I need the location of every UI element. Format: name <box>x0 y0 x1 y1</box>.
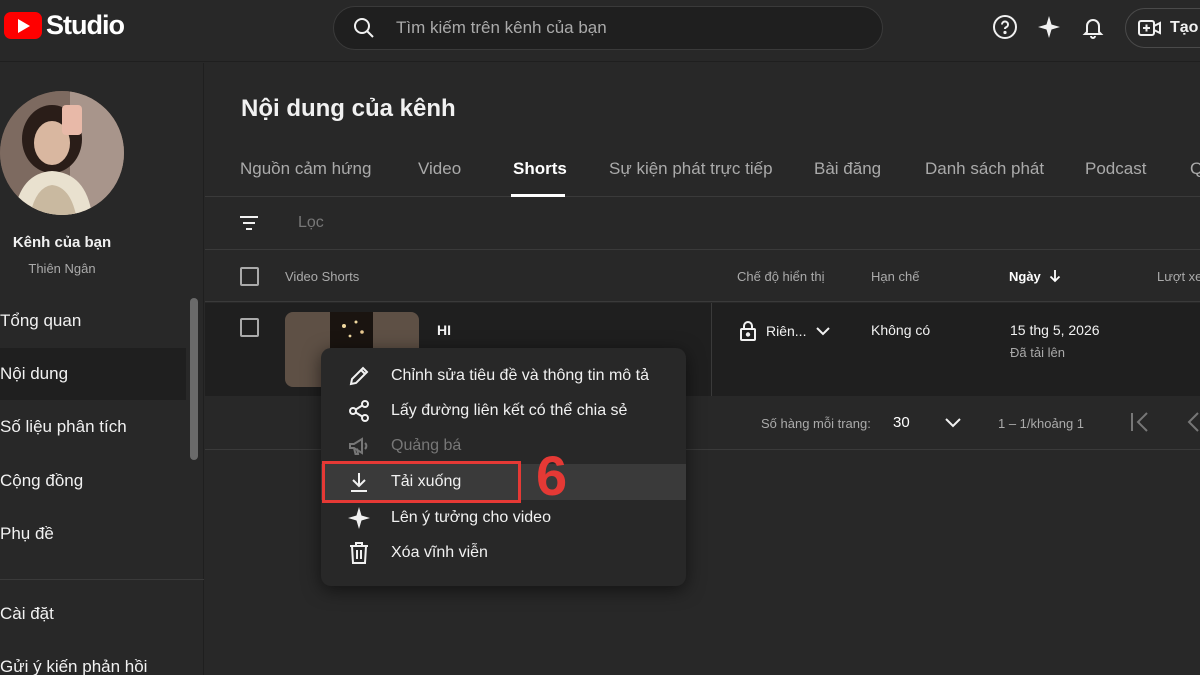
trash-icon <box>350 542 368 564</box>
search-bar[interactable] <box>333 6 883 50</box>
table-header: Video Shorts Chế độ hiển thị Hạn chế Ngà… <box>205 251 1200 302</box>
sidebar-item-label: Tổng quan <box>0 311 82 330</box>
sidebar-item-label: Số liệu phân tích <box>0 417 127 436</box>
create-label: Tạo <box>1170 19 1199 36</box>
menu-item-delete-forever[interactable]: Xóa vĩnh viễn <box>321 535 686 571</box>
sidebar-divider <box>0 579 204 580</box>
menu-item-label: Xóa vĩnh viễn <box>391 544 488 561</box>
pencil-icon <box>349 366 369 386</box>
video-title[interactable]: HI <box>437 322 451 338</box>
sparkle-icon <box>348 507 370 529</box>
sidebar-item-analytics[interactable]: Số liệu phân tích <box>0 401 186 453</box>
sidebar-item-label: Nội dung <box>0 364 69 383</box>
channel-name: Kênh của bạn <box>12 234 112 251</box>
step-number: 6 <box>536 444 568 507</box>
sidebar-item-label: Cộng đồng <box>0 471 84 490</box>
sidebar-item-subtitles[interactable]: Phụ đề <box>0 508 186 560</box>
sidebar-item-settings[interactable]: Cài đặt <box>0 588 186 640</box>
header-actions <box>990 12 1108 42</box>
create-button[interactable]: Tạo <box>1125 8 1200 48</box>
row-divider <box>711 303 712 396</box>
tab-more[interactable]: Q <box>1190 159 1200 179</box>
logo-text: Studio <box>46 10 125 40</box>
restrictions-value: Không có <box>871 322 931 338</box>
visibility-dropdown[interactable]: Riên... <box>738 320 832 342</box>
highlight-box <box>322 461 521 503</box>
content-tabs: Nguồn cảm hứng Video Shorts Sự kiện phát… <box>205 153 1200 197</box>
lock-icon <box>740 321 756 341</box>
rows-per-page-value[interactable]: 30 <box>893 414 910 431</box>
tab-playlists[interactable]: Danh sách phát <box>925 159 1044 179</box>
sidebar-item-label: Phụ đề <box>0 524 54 543</box>
chevron-down-icon[interactable] <box>943 412 963 432</box>
tab-inspiration[interactable]: Nguồn cảm hứng <box>240 159 371 179</box>
menu-item-video-ideas[interactable]: Lên ý tưởng cho video <box>321 500 686 536</box>
sidebar-item-label: Cài đặt <box>0 604 54 623</box>
menu-item-share-link[interactable]: Lấy đường liên kết có thể chia sẻ <box>321 393 686 429</box>
tab-live[interactable]: Sự kiện phát trực tiếp <box>609 159 773 179</box>
video-plus-icon <box>1138 20 1161 36</box>
column-video: Video Shorts <box>285 269 360 284</box>
select-all-checkbox[interactable] <box>240 267 259 286</box>
channel-avatar[interactable] <box>0 91 124 215</box>
page-title: Nội dung của kênh <box>241 95 456 122</box>
sparkle-icon[interactable] <box>1034 12 1064 42</box>
chevron-down-icon <box>816 327 831 336</box>
menu-item-label: Lấy đường liên kết có thể chia sẻ <box>391 402 628 419</box>
tab-shorts[interactable]: Shorts <box>513 159 567 179</box>
date-value: 15 thg 5, 2026 <box>1010 322 1100 338</box>
studio-logo[interactable]: Studio <box>4 10 125 41</box>
search-icon <box>354 18 374 38</box>
tab-video[interactable]: Video <box>418 159 461 179</box>
menu-item-label: Quảng bá <box>391 437 462 454</box>
previous-page-icon[interactable] <box>1183 410 1200 434</box>
row-checkbox[interactable] <box>240 318 259 337</box>
page-range: 1 – 1/khoảng 1 <box>998 416 1085 431</box>
sidebar: Kênh của bạn Thiên Ngân Tổng quan Nội du… <box>0 63 204 675</box>
column-date-label: Ngày <box>1009 269 1041 284</box>
sort-down-icon <box>1050 270 1061 283</box>
sidebar-scrollbar[interactable] <box>190 298 198 460</box>
menu-item-label: Lên ý tưởng cho video <box>391 509 551 526</box>
rows-per-page-label: Số hàng mỗi trang: <box>761 416 871 431</box>
help-icon[interactable] <box>990 12 1020 42</box>
column-visibility: Chế độ hiển thị <box>737 269 825 284</box>
tab-podcast[interactable]: Podcast <box>1085 159 1146 179</box>
column-restrictions: Hạn chế <box>871 269 920 284</box>
bell-icon[interactable] <box>1078 12 1108 42</box>
sidebar-item-content[interactable]: Nội dung <box>0 348 186 400</box>
youtube-logo-icon <box>4 12 42 39</box>
sidebar-item-label: Gửi ý kiến phản hồi <box>0 657 148 675</box>
menu-item-label: Chỉnh sửa tiêu đề và thông tin mô tả <box>391 367 649 384</box>
megaphone-icon <box>349 437 368 455</box>
column-date[interactable]: Ngày <box>1009 269 1062 284</box>
first-page-icon[interactable] <box>1129 410 1151 434</box>
share-icon <box>349 400 369 422</box>
channel-handle: Thiên Ngân <box>28 261 96 276</box>
date-status: Đã tải lên <box>1010 345 1065 360</box>
filter-icon[interactable] <box>237 211 261 235</box>
menu-item-edit-title[interactable]: Chỉnh sửa tiêu đề và thông tin mô tả <box>321 358 686 394</box>
visibility-value: Riên... <box>766 323 807 339</box>
tab-posts[interactable]: Bài đăng <box>814 159 881 179</box>
top-bar: Studio Tạo <box>0 0 1200 62</box>
filter-input[interactable]: Lọc <box>298 214 324 232</box>
sidebar-item-overview[interactable]: Tổng quan <box>0 295 186 347</box>
sidebar-item-feedback[interactable]: Gửi ý kiến phản hồi <box>0 641 186 675</box>
column-views: Lượt xe <box>1157 269 1200 284</box>
filter-bar: Lọc <box>205 197 1200 250</box>
search-input[interactable] <box>396 18 836 38</box>
sidebar-item-community[interactable]: Cộng đồng <box>0 455 186 507</box>
menu-item-promote: Quảng bá <box>321 428 686 464</box>
